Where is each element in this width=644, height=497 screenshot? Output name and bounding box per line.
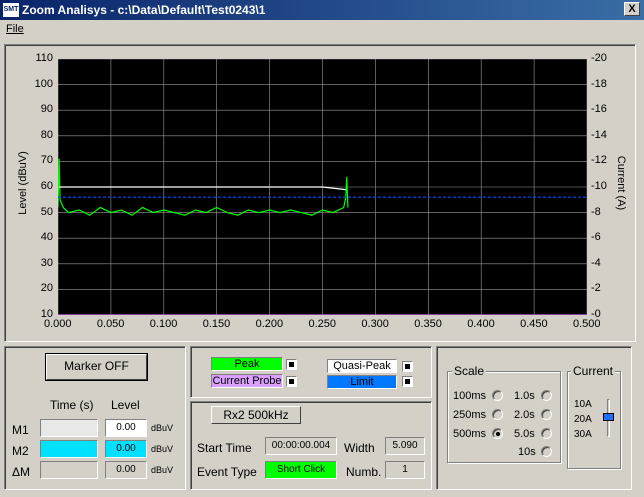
y-tick-left: 110	[35, 52, 53, 64]
y-tick-right: -8	[591, 205, 601, 218]
y-tick-right: -6	[591, 231, 601, 244]
y-tick-right: -18	[591, 77, 607, 90]
numb-label: Numb.	[346, 465, 382, 479]
marker-delta-label: ΔM	[12, 465, 31, 479]
scale-1s-radio[interactable]	[541, 390, 552, 401]
peak-checkbox[interactable]	[286, 359, 297, 370]
current-probe-legend: Current Probe	[211, 374, 283, 388]
delta-time-field[interactable]	[40, 461, 98, 479]
menu-file[interactable]: File	[6, 23, 24, 35]
y-tick-left: 80	[40, 128, 53, 141]
current-title: Current	[571, 364, 616, 378]
scale-1s-label: 1.0s	[514, 390, 535, 402]
y-tick-right: -2	[591, 282, 601, 295]
legend-panel: Peak Current Probe Quasi-Peak Limit	[190, 346, 432, 398]
m1-time-field[interactable]	[40, 419, 98, 437]
current-slider-thumb[interactable]	[603, 413, 614, 421]
current-30a-label: 30A	[574, 429, 592, 440]
peak-legend: Peak	[211, 357, 283, 371]
y-tick-right: -20	[591, 52, 607, 64]
x-tick: 0.400	[467, 318, 495, 330]
y-tick-right: -12	[591, 154, 607, 167]
y-tick-left: 90	[40, 103, 53, 116]
title-bar: SMT Zoom Analisys - c:\Data\Default\Test…	[0, 0, 644, 20]
y-tick-left: 20	[40, 282, 53, 295]
marker-m1-label: M1	[12, 423, 29, 437]
scale-5s-radio[interactable]	[541, 428, 552, 439]
x-tick: 0.500	[573, 318, 601, 330]
delta-level-field[interactable]: 0.00	[105, 461, 147, 479]
current-20a-label: 20A	[574, 414, 592, 425]
scale-500ms-radio[interactable]	[492, 428, 503, 439]
y-axis-left-label: Level (dBuV)	[17, 151, 29, 215]
receiver-label: Rx2 500kHz	[211, 406, 301, 424]
quasi-peak-checkbox[interactable]	[402, 361, 413, 372]
x-tick: 0.050	[96, 318, 125, 330]
y-tick-left: 30	[40, 256, 53, 269]
scale-2s-radio[interactable]	[541, 409, 552, 420]
m1-level-field[interactable]: 0.00	[105, 419, 147, 437]
scale-100ms-radio[interactable]	[492, 390, 503, 401]
window-title: Zoom Analisys - c:\Data\Default\Test0243…	[22, 3, 266, 17]
scale-2s-label: 2.0s	[514, 409, 535, 421]
numb-field: 1	[385, 461, 425, 479]
chart-plot-area[interactable]	[58, 59, 587, 315]
m2-unit: dBuV	[151, 444, 174, 454]
scale-250ms-label: 250ms	[453, 409, 487, 421]
scale-500ms-label: 500ms	[453, 428, 487, 440]
y-tick-right: -10	[591, 180, 607, 192]
app-icon[interactable]: SMT	[3, 3, 19, 17]
graph-panel: 110 100 90 80 70 60 50 40 30 20 10 -20 -18 -16 -14 -12…	[4, 44, 636, 342]
limit-checkbox[interactable]	[402, 376, 413, 387]
scale-5s-label: 5.0s	[514, 428, 535, 440]
y-tick-right: -14	[591, 128, 607, 141]
y-tick-left: 100	[34, 77, 53, 90]
marker-panel: Marker OFF Time (s) Level M1 0.00 dBuV M…	[4, 346, 186, 490]
x-tick: 0.250	[308, 318, 337, 330]
x-tick: 0.100	[149, 318, 178, 330]
width-label: Width	[344, 441, 375, 455]
x-tick: 0.450	[520, 318, 548, 330]
close-button[interactable]: X	[624, 2, 640, 16]
x-tick: 0.200	[255, 318, 284, 330]
event-type-field: Short Click	[265, 461, 337, 479]
x-tick: 0.350	[414, 318, 442, 330]
m2-time-field[interactable]	[40, 440, 98, 458]
quasi-peak-legend: Quasi-Peak	[327, 359, 397, 373]
scale-100ms-label: 100ms	[453, 390, 487, 402]
delta-unit: dBuV	[151, 465, 174, 475]
start-time-field: 00:00:00.004	[265, 437, 337, 455]
start-time-label: Start Time	[197, 441, 252, 455]
x-tick: 0.150	[202, 318, 231, 330]
scale-250ms-radio[interactable]	[492, 409, 503, 420]
limit-legend: Limit	[327, 375, 397, 389]
time-header: Time (s)	[50, 398, 94, 412]
m1-unit: dBuV	[151, 423, 174, 433]
width-field: 5.090	[385, 437, 425, 455]
y-tick-left: 40	[40, 231, 53, 244]
scale-10s-label: 10s	[518, 446, 536, 458]
scale-10s-radio[interactable]	[541, 446, 552, 457]
current-10a-label: 10A	[574, 399, 592, 410]
event-panel: Rx2 500kHz Start Time 00:00:00.004 Width…	[190, 401, 432, 490]
scale-title: Scale	[452, 364, 487, 378]
y-tick-right: -16	[591, 103, 607, 116]
x-tick: 0.000	[44, 318, 72, 330]
y-tick-right: -4	[591, 256, 601, 269]
scale-current-panel: Scale 100ms 1.0s 250ms 2.0s 500ms 5.0s 1…	[436, 346, 632, 490]
menu-bar: File	[0, 20, 644, 38]
current-probe-checkbox[interactable]	[286, 376, 297, 387]
m2-level-field[interactable]: 0.00	[105, 440, 147, 458]
event-type-label: Event Type	[197, 465, 257, 479]
marker-m2-label: M2	[12, 444, 29, 458]
marker-off-button[interactable]: Marker OFF	[46, 354, 147, 380]
level-header: Level	[111, 398, 140, 412]
x-tick: 0.300	[361, 318, 389, 330]
y-axis-right-label: Current (A)	[615, 155, 627, 211]
